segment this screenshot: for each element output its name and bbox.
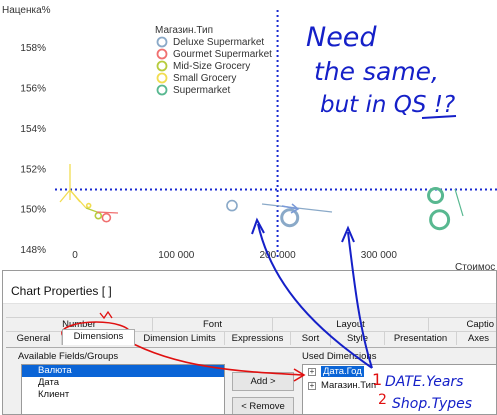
tab-row-2: General Dimensions Dimension Limits Expr… (3, 329, 496, 345)
list-item[interactable]: Клиент (22, 389, 224, 401)
tab-dimensions[interactable]: Dimensions (62, 329, 135, 345)
tab-expressions[interactable]: Expressions (225, 331, 291, 345)
data-point (429, 209, 451, 231)
available-fields-label: Available Fields/Groups (18, 351, 119, 362)
available-fields-list[interactable]: Валюта Дата Клиент (21, 364, 225, 414)
y-tick-label: 156% (20, 84, 46, 95)
y-tick-label: 150% (20, 205, 46, 216)
used-dimension-item[interactable]: + Магазин.Тип (303, 379, 496, 393)
legend-marker (156, 84, 168, 96)
tab-dimension-limits[interactable]: Dimension Limits (135, 331, 225, 345)
list-item[interactable]: Валюта (22, 365, 224, 377)
legend-title: Магазин.Тип (155, 25, 213, 36)
add-button[interactable]: Add > (232, 372, 294, 391)
legend-marker (156, 36, 168, 48)
y-ticks: 148% 150% 152% 154% 156% 158% (20, 43, 46, 256)
tab-axes[interactable]: Axes (457, 331, 496, 345)
dialog-title: Chart Properties [ ] (3, 271, 496, 304)
tab-general[interactable]: General (6, 331, 62, 345)
x-ticks: 0 100 000 200 000 300 000 (72, 250, 397, 261)
legend-label: Mid-Size Grocery (173, 61, 250, 72)
used-dimensions-list[interactable]: + Дата.Год + Магазин.Тип (302, 364, 496, 414)
data-point (101, 212, 112, 223)
tab-font[interactable]: Font (153, 317, 273, 331)
tab-presentation[interactable]: Presentation (385, 331, 457, 345)
scatter-chart: Наценка% 148% 150% 152% 154% 156% 158% 0 100 0… (2, 5, 497, 272)
legend-marker (156, 60, 168, 72)
tab-layout[interactable]: Layout (273, 317, 429, 331)
y-tick-label: 152% (20, 164, 46, 175)
x-tick-label: 300 000 (361, 250, 398, 261)
small-grocery-lines (59, 164, 87, 209)
data-point (280, 208, 300, 228)
data-point (94, 211, 103, 220)
y-tick-label: 154% (20, 124, 46, 135)
tab-sort[interactable]: Sort (291, 331, 331, 345)
legend-label: Small Grocery (173, 73, 236, 84)
expand-icon[interactable]: + (308, 368, 316, 376)
y-tick-label: 158% (20, 43, 46, 54)
legend-label: Gourmet Supermarket (173, 49, 272, 60)
used-dimension-item[interactable]: + Дата.Год (303, 365, 496, 379)
tab-style[interactable]: Style (331, 331, 385, 345)
y-tick-label: 148% (20, 245, 46, 256)
chart-properties-dialog: Chart Properties [ ] Number Font Layout … (2, 270, 497, 415)
x-tick-label: 100 000 (158, 250, 195, 261)
trend-connector-lines (85, 188, 464, 217)
data-points (85, 187, 451, 231)
dimensions-panel: Available Fields/Groups Валюта Дата Клие… (6, 347, 496, 414)
list-item[interactable]: Дата (22, 377, 224, 389)
legend-label: Supermarket (173, 85, 230, 96)
remove-button[interactable]: < Remove (232, 397, 294, 414)
data-point (226, 199, 238, 212)
legend: Магазин.Тип Deluxe SupermarketGourmet Su… (155, 25, 272, 96)
data-point (85, 202, 92, 209)
legend-label: Deluxe Supermarket (173, 37, 264, 48)
tab-caption[interactable]: Captio (429, 317, 496, 331)
legend-marker (156, 72, 168, 84)
legend-marker (156, 48, 168, 60)
x-tick-label: 0 (72, 250, 78, 261)
data-point (427, 187, 445, 205)
expand-icon[interactable]: + (308, 382, 316, 390)
y-axis-label: Наценка% (2, 5, 51, 16)
used-dimensions-label: Used Dimensions (302, 351, 377, 362)
